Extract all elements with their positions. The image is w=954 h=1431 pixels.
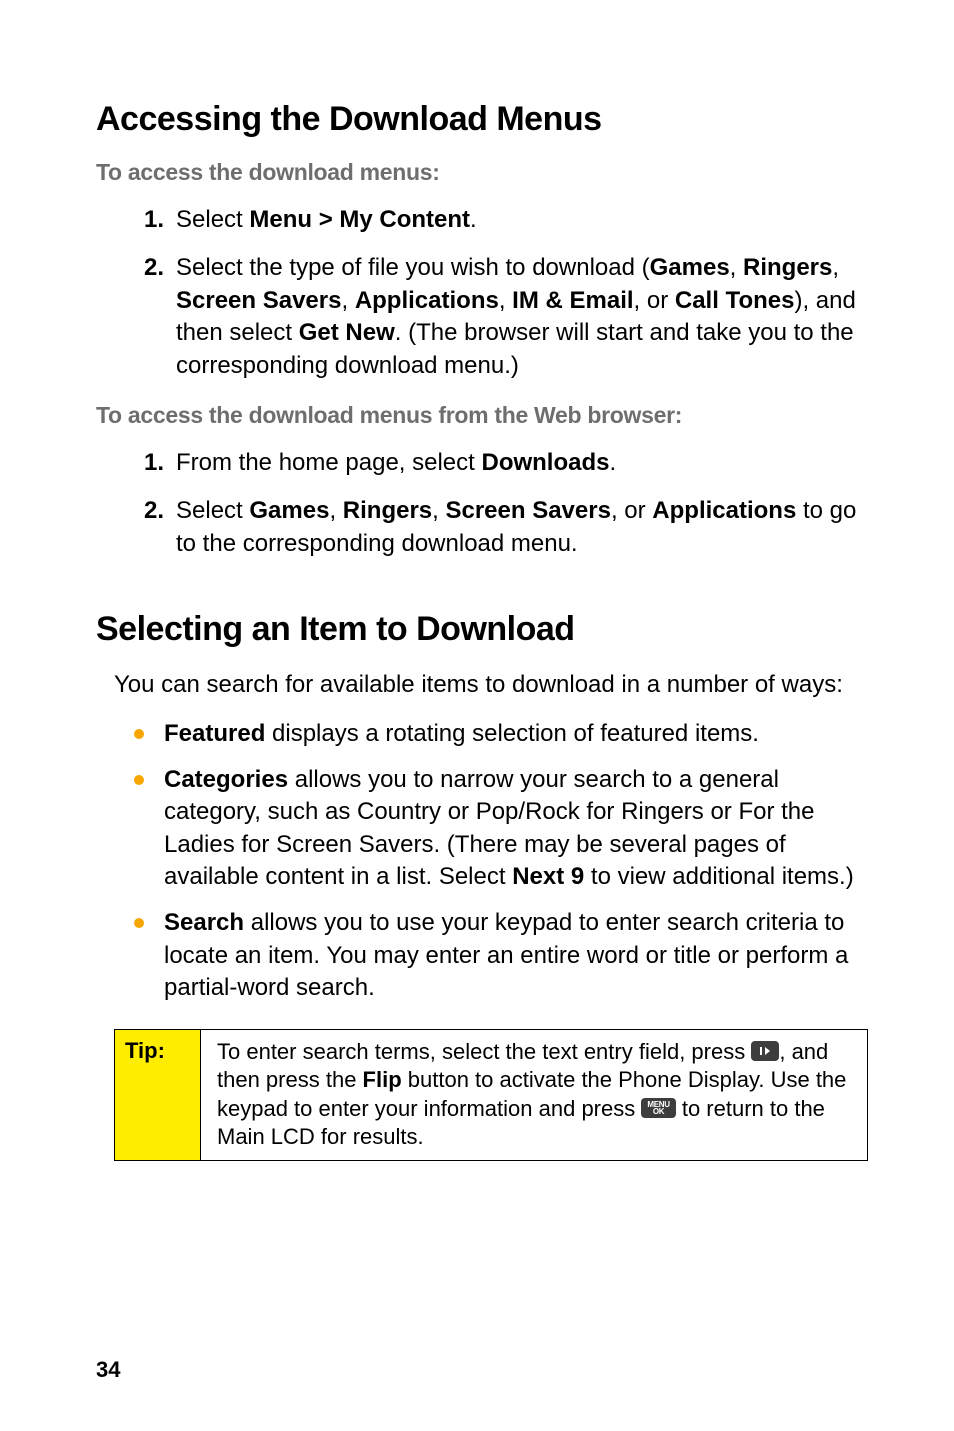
step-text: , [341,287,354,314]
bold-text: Next 9 [512,863,584,890]
intro-paragraph: You can search for available items to do… [96,669,868,701]
bold-text: Ringers [343,497,432,524]
heading-accessing-download-menus: Accessing the Download Menus [96,100,868,139]
step-text: . [470,206,477,233]
step-text: Select [176,497,249,524]
bullet-text: displays a rotating selection of feature… [265,720,759,747]
tip-text: To enter search terms, select the text e… [217,1039,751,1064]
subheading-access-from-browser: To access the download menus from the We… [96,402,868,429]
tip-box: Tip: To enter search terms, select the t… [114,1029,868,1161]
ordered-list-access-menus: 1. Select Menu > My Content. 2. Select t… [96,204,868,382]
step-number: 2. [134,495,164,527]
bullet-list-search-ways: Featured displays a rotating selection o… [96,718,868,1005]
bold-text: Call Tones [675,287,795,314]
step-text: . [610,449,617,476]
page-number: 34 [96,1357,120,1383]
step-text: , or [611,497,652,524]
step-number: 2. [134,252,164,284]
bullet-text: to view additional items.) [584,863,853,890]
bold-text: Menu > My Content [249,206,470,233]
list-item: Featured displays a rotating selection o… [134,718,868,750]
step-text: Select the type of file you wish to down… [176,254,650,281]
step-text: , [499,287,512,314]
bold-text: Applications [355,287,499,314]
bold-text: Downloads [481,449,609,476]
tip-content: To enter search terms, select the text e… [201,1030,867,1160]
bullet-text: allows you to use your keypad to enter s… [164,909,848,1001]
step-text: , [329,497,342,524]
bold-text: Get New [299,319,395,346]
step-text: , [432,497,445,524]
bold-text: Screen Savers [445,497,610,524]
menu-ok-key-icon: MENU OK [641,1098,675,1118]
step-text: , [832,254,839,281]
bold-text: IM & Email [512,287,633,314]
list-item: 1. From the home page, select Downloads. [134,447,868,479]
bold-text: Ringers [743,254,832,281]
bold-text: Categories [164,766,288,793]
step-text: From the home page, select [176,449,481,476]
bold-text: Games [249,497,329,524]
play-pause-key-icon [751,1041,779,1061]
list-item: Categories allows you to narrow your sea… [134,764,868,894]
bold-text: Applications [652,497,796,524]
bold-text: Games [650,254,730,281]
step-text: Select [176,206,249,233]
list-item: Search allows you to use your keypad to … [134,907,868,1004]
bold-text: Search [164,909,244,936]
step-text: , [730,254,743,281]
list-item: 1. Select Menu > My Content. [134,204,868,236]
subheading-access-menus: To access the download menus: [96,159,868,186]
bold-text: Screen Savers [176,287,341,314]
bold-text: Featured [164,720,265,747]
step-text: , or [634,287,675,314]
ordered-list-access-browser: 1. From the home page, select Downloads.… [96,447,868,560]
bold-text: Flip [363,1067,402,1092]
tip-label: Tip: [115,1030,201,1160]
step-number: 1. [134,204,164,236]
list-item: 2. Select Games, Ringers, Screen Savers,… [134,495,868,560]
heading-selecting-item: Selecting an Item to Download [96,610,868,649]
step-number: 1. [134,447,164,479]
list-item: 2. Select the type of file you wish to d… [134,252,868,382]
